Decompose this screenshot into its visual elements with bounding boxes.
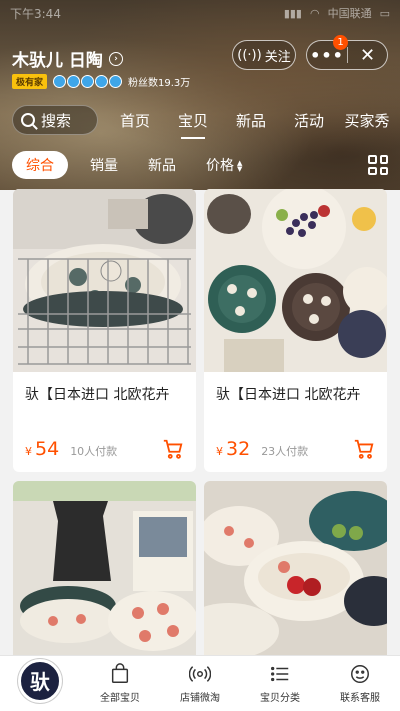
add-to-cart-icon[interactable] [162, 438, 184, 460]
rating-diamonds [53, 75, 123, 88]
sort-filter-bar: 综合 销量 新品 价格 ▲ ▼ [12, 150, 388, 180]
fans-count: 粉丝数19.3万 [128, 78, 191, 89]
close-button[interactable]: ✕ [348, 45, 387, 66]
filter-price-label: 价格 [206, 158, 234, 174]
chevron-right-icon: › [108, 51, 123, 66]
product-card[interactable]: 驮【日本进口 北欧花卉 ¥ 32 23人付款 [204, 189, 387, 472]
product-card[interactable] [204, 481, 387, 664]
nav-shop-feed[interactable]: 店铺微淘 [160, 656, 240, 711]
layout-toggle-icon[interactable] [368, 155, 388, 175]
status-icons: ▮▮▮ ◠ 中国联通 ▭ [284, 5, 390, 21]
product-price: ¥ 54 10人付款 [25, 438, 117, 460]
tab-home[interactable]: 首页 [106, 110, 164, 131]
wifi-icon: ◠ [309, 6, 320, 20]
sold-count: 10人付款 [70, 445, 118, 458]
broadcast-icon [189, 666, 211, 682]
product-card[interactable]: 驮【日本进口 北欧花卉 ¥ 54 10人付款 [13, 189, 196, 472]
diamond-icon [53, 75, 67, 88]
shop-tabs: 首页 宝贝 新品 活动 买家秀 [106, 110, 396, 139]
notification-badge: 1 [333, 35, 348, 50]
nav-label: 联系客服 [340, 693, 380, 704]
shop-logo: 驮 [18, 658, 62, 703]
add-to-cart-icon[interactable] [353, 438, 375, 460]
filter-overall[interactable]: 综合 [12, 151, 68, 179]
status-time: 下午3:44 [10, 6, 61, 21]
status-carrier: 中国联通 [327, 7, 372, 20]
shop-bar: 木驮儿 日陶 › 极有家 粉丝数19.3万 ((·)) 关注 1 ••• ✕ [12, 35, 388, 90]
status-bar: 下午3:44 ▮▮▮ ◠ 中国联通 ▭ [0, 0, 400, 26]
diamond-icon [81, 75, 95, 88]
nav-label: 宝贝分类 [260, 693, 300, 704]
shopping-bag-icon [111, 663, 129, 683]
product-title: 驮【日本进口 北欧花卉 [216, 387, 361, 403]
filter-sales[interactable]: 销量 [90, 155, 118, 175]
product-info: 驮【日本进口 北欧花卉 ¥ 54 10人付款 [13, 372, 196, 472]
tab-products[interactable]: 宝贝 [164, 110, 222, 139]
follow-label: 关注 [264, 49, 291, 65]
product-image [13, 189, 196, 372]
product-card[interactable] [13, 481, 196, 664]
diamond-icon [67, 75, 81, 88]
price-value: 54 [35, 438, 60, 460]
product-info: 驮【日本进口 北欧花卉 ¥ 32 23人付款 [204, 372, 387, 472]
search-icon [21, 113, 35, 127]
shop-name-link[interactable]: 木驮儿 日陶 › [12, 46, 123, 71]
product-grid: 驮【日本进口 北欧花卉 ¥ 54 10人付款 驮【日本进口 北欧花卉 ¥ 32 … [13, 189, 387, 664]
diamond-icon [95, 75, 109, 88]
product-price: ¥ 32 23人付款 [216, 438, 308, 460]
filter-price[interactable]: 价格 ▲ ▼ [206, 155, 242, 175]
sold-count: 23人付款 [261, 445, 309, 458]
bottom-nav: 驮 全部宝贝 店铺微淘 宝贝分类 联系客服 [0, 655, 400, 711]
price-value: 32 [226, 438, 251, 460]
shop-meta: 极有家 粉丝数19.3万 [12, 74, 190, 89]
product-image [204, 189, 387, 372]
follow-button[interactable]: ((·)) 关注 [232, 40, 296, 70]
sort-arrows-icon: ▲ ▼ [237, 159, 243, 173]
product-title: 驮【日本进口 北欧花卉 [25, 387, 170, 403]
tab-events[interactable]: 活动 [280, 110, 338, 131]
product-image [204, 481, 387, 664]
tab-buyer-show[interactable]: 买家秀 [338, 110, 396, 131]
search-button[interactable]: 搜索 [12, 105, 98, 135]
signal-icon: ▮▮▮ [283, 6, 302, 20]
search-label: 搜索 [41, 111, 72, 130]
shop-name: 木驮儿 日陶 [12, 51, 103, 71]
filter-new[interactable]: 新品 [148, 155, 176, 175]
shop-logo-button[interactable]: 驮 [0, 656, 80, 711]
list-icon [271, 666, 289, 682]
diamond-icon [109, 75, 123, 88]
nav-label: 店铺微淘 [180, 693, 220, 704]
product-image [13, 481, 196, 664]
shop-nav: 搜索 首页 宝贝 新品 活动 买家秀 [12, 104, 400, 139]
nav-categories[interactable]: 宝贝分类 [240, 656, 320, 711]
currency-symbol: ¥ [25, 445, 32, 458]
currency-symbol: ¥ [216, 445, 223, 458]
quality-badge: 极有家 [12, 74, 48, 89]
battery-icon: ▭ [379, 6, 390, 20]
tab-new[interactable]: 新品 [222, 110, 280, 131]
broadcast-icon: ((·)) [237, 47, 262, 63]
nav-all-products[interactable]: 全部宝贝 [80, 656, 160, 711]
service-face-icon [351, 665, 369, 683]
nav-label: 全部宝贝 [100, 693, 140, 704]
nav-customer-service[interactable]: 联系客服 [320, 656, 400, 711]
